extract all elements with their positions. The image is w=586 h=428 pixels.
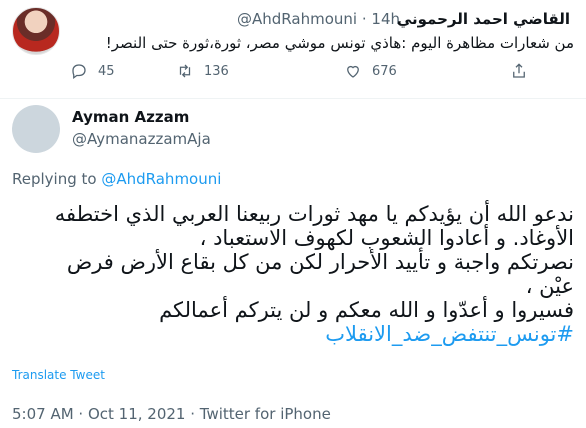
like-count: 676 xyxy=(372,63,397,79)
reply-text-line: عيْن ، xyxy=(525,274,574,298)
reply-tweet-text: ندعو الله أن يؤيدكم يا مهد ثورات ربيعنا … xyxy=(12,202,574,346)
reply-text-line: الأوغاد. و أعادوا الشعوب لكهوف الاستعباد… xyxy=(199,226,574,250)
parent-time[interactable]: 14h xyxy=(371,10,400,28)
retweet-icon xyxy=(179,64,191,78)
share-button[interactable] xyxy=(510,62,528,80)
reply-text-line: ندعو الله أن يؤيدكم يا مهد ثورات ربيعنا … xyxy=(54,202,574,226)
reply-avatar[interactable] xyxy=(12,105,60,153)
parent-header: @AhdRahmouni · 14h القاضي احمد الرحموني xyxy=(70,10,570,30)
heart-icon xyxy=(347,65,359,78)
reply-icon xyxy=(72,64,86,80)
reply-count: 45 xyxy=(98,63,115,79)
parent-author-name[interactable]: القاضي احمد الرحموني xyxy=(397,10,570,28)
reply-author-handle[interactable]: @AymanazzamAja xyxy=(72,130,211,148)
share-icon xyxy=(513,63,525,78)
parent-separator: · xyxy=(361,10,367,28)
replying-to: Replying to @AhdRahmouni xyxy=(12,170,221,188)
parent-tweet-text: من شعارات مظاهرة اليوم :هاذي تونس موشي م… xyxy=(105,34,574,52)
like-button[interactable]: 676 xyxy=(344,62,397,80)
replying-to-label: Replying to xyxy=(12,170,97,188)
reply-author-name[interactable]: Ayman Azzam xyxy=(72,108,189,126)
reply-text-line: فسيروا و أعدّوا و الله معكم و لن يتركم أ… xyxy=(159,298,574,322)
retweet-button[interactable]: 136 xyxy=(176,62,229,80)
translate-tweet-link[interactable]: Translate Tweet xyxy=(12,368,105,382)
parent-meta: @AhdRahmouni · 14h xyxy=(237,10,400,28)
parent-avatar[interactable] xyxy=(12,7,60,55)
reply-button[interactable]: 45 xyxy=(70,62,115,80)
retweet-count: 136 xyxy=(204,63,229,79)
parent-action-bar: 45 136 676 xyxy=(70,62,570,82)
divider xyxy=(0,98,586,99)
replying-to-handle-link[interactable]: @AhdRahmouni xyxy=(101,170,221,188)
parent-handle[interactable]: @AhdRahmouni xyxy=(237,10,357,28)
reply-text-line: نصرتكم واجبة و تأييد الأحرار لكن من كل ب… xyxy=(66,250,574,274)
hashtag-link[interactable]: #تونس_تنتفض_ضد_الانقلاب xyxy=(12,322,574,346)
tweet-timestamp[interactable]: 5:07 AM · Oct 11, 2021 · Twitter for iPh… xyxy=(12,405,331,423)
